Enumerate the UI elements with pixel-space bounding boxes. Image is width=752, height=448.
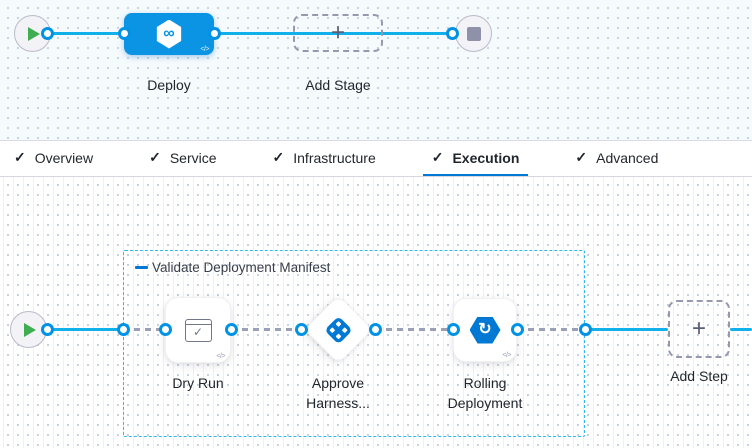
- play-icon: [28, 27, 40, 41]
- tab-label: Service: [170, 150, 217, 166]
- port-group-out: [579, 323, 592, 336]
- stop-icon: [467, 27, 481, 41]
- harness-cd-icon: ∞: [156, 20, 183, 49]
- check-icon: ✓: [432, 149, 444, 166]
- tab-execution[interactable]: ✓ Execution: [423, 141, 529, 176]
- step-node-dry-run[interactable]: ✓ </>: [165, 297, 231, 363]
- port-rolling-out: [511, 323, 524, 336]
- stage-canvas: ∞ </> + Deploy Add Stage: [0, 0, 752, 140]
- stage-config-tabs: ✓ Overview ✓ Service ✓ Infrastructure ✓ …: [0, 140, 752, 177]
- step-label-dry-run: Dry Run: [163, 373, 233, 393]
- yaml-code-icon[interactable]: </>: [216, 353, 225, 360]
- port-exec-start-out: [41, 323, 54, 336]
- play-icon: [24, 323, 36, 337]
- exec-line-start: [46, 328, 124, 331]
- tab-label: Execution: [452, 150, 519, 166]
- check-icon: ✓: [14, 149, 26, 166]
- yaml-code-icon[interactable]: </>: [200, 46, 209, 53]
- group-dash-icon: [135, 266, 148, 269]
- check-icon: ✓: [273, 149, 285, 166]
- check-icon: ✓: [149, 149, 161, 166]
- port-group-in: [117, 323, 130, 336]
- stage-connector-line: [46, 32, 456, 35]
- execution-canvas: Validate Deployment Manifest ✓ </> ↻ </>: [0, 177, 752, 448]
- add-step-button[interactable]: +: [668, 300, 730, 358]
- exec-line-to-addstep: [585, 328, 668, 331]
- port-dryrun-out: [225, 323, 238, 336]
- tab-label: Infrastructure: [293, 150, 375, 166]
- step-label-approve-harness: Approve Harness...: [296, 373, 380, 414]
- plus-icon: +: [331, 21, 345, 45]
- port-dryrun-in: [159, 323, 172, 336]
- step-group-header: Validate Deployment Manifest: [135, 260, 330, 275]
- check-icon: ✓: [575, 149, 587, 166]
- stage-label: Deploy: [124, 75, 214, 95]
- port-approve-out: [369, 323, 382, 336]
- tab-label: Overview: [35, 150, 93, 166]
- yaml-code-icon[interactable]: </>: [502, 352, 511, 359]
- harness-approval-icon: [324, 315, 354, 345]
- step-label-rolling-deployment: Rolling Deployment: [437, 373, 533, 414]
- tab-service[interactable]: ✓ Service: [140, 141, 225, 176]
- tab-advanced[interactable]: ✓ Advanced: [566, 141, 667, 176]
- tab-infrastructure[interactable]: ✓ Infrastructure: [264, 141, 385, 176]
- add-stage-button[interactable]: +: [293, 14, 383, 52]
- port-deploy-out: [208, 27, 221, 40]
- tab-label: Advanced: [596, 150, 658, 166]
- step-group-label: Validate Deployment Manifest: [152, 260, 330, 275]
- port-rolling-in: [447, 323, 460, 336]
- rolling-deployment-icon: ↻: [470, 317, 501, 344]
- tab-overview[interactable]: ✓ Overview: [5, 141, 102, 176]
- stage-node-deploy[interactable]: ∞ </>: [124, 13, 214, 55]
- port-approve-in: [295, 323, 308, 336]
- port-deploy-in: [118, 27, 131, 40]
- dry-run-icon: ✓: [185, 319, 212, 342]
- add-step-label: Add Step: [660, 366, 738, 386]
- exec-line-after-addstep: [730, 328, 752, 331]
- port-end-in: [446, 27, 459, 40]
- pipeline-end-node[interactable]: [455, 15, 492, 52]
- step-node-rolling-deployment[interactable]: ↻ </>: [453, 298, 517, 362]
- plus-icon: +: [692, 317, 706, 341]
- add-stage-label: Add Stage: [293, 75, 383, 95]
- port-start-out: [41, 27, 54, 40]
